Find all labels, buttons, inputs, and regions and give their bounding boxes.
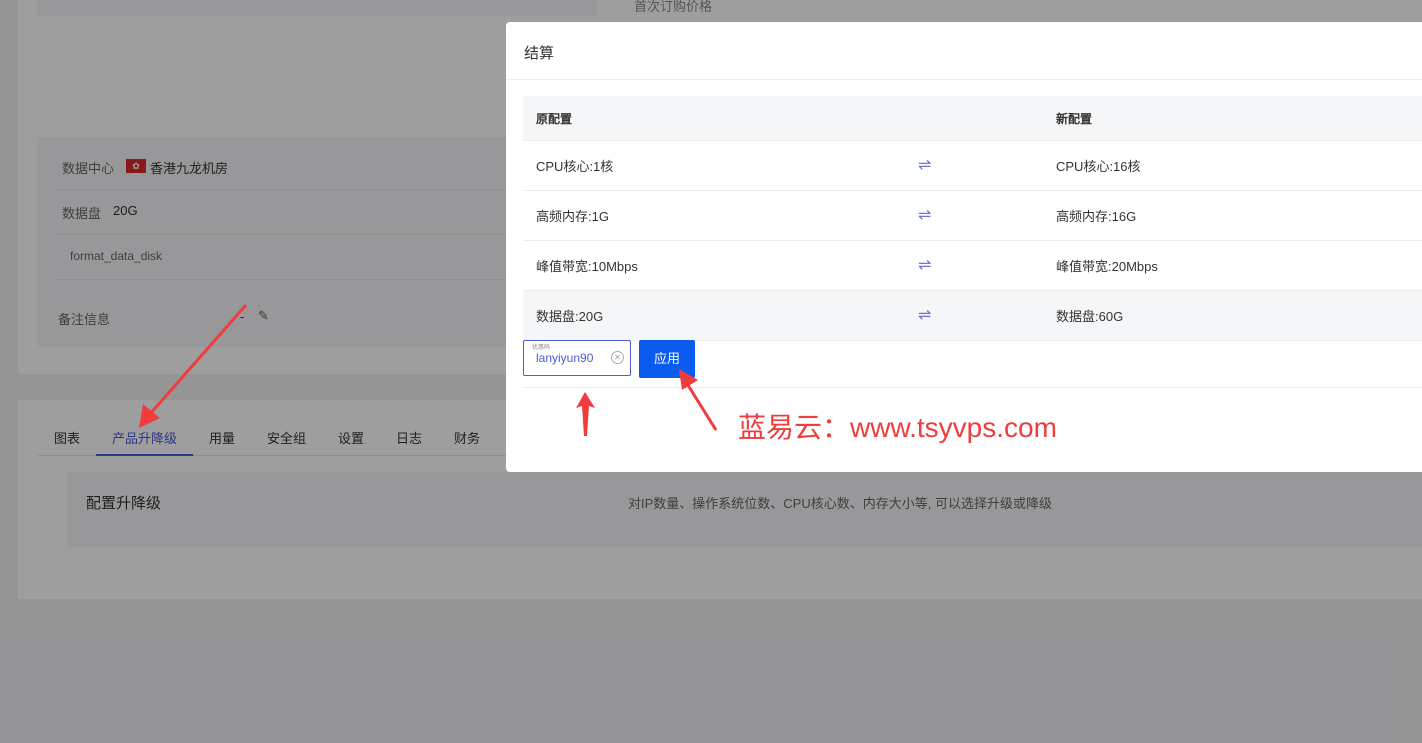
table-header: 原配置 新配置 [523,96,1422,141]
col-old-config: 原配置 [536,112,573,126]
checkout-modal: 结算 原配置 新配置 CPU核心:1核 ⇌ CPU核心:16核 高频内存:1G … [506,22,1422,472]
new-value: 高频内存:16G [1056,209,1137,224]
col-new-config: 新配置 [1056,112,1093,126]
modal-divider [506,79,1422,80]
new-value: CPU核心:16核 [1056,159,1141,174]
table-row: 数据盘:20G ⇌ 数据盘:60G [523,291,1422,341]
modal-divider [523,387,1422,388]
swap-icon: ⇌ [918,307,932,324]
new-value: 峰值带宽:20Mbps [1056,259,1158,274]
swap-icon: ⇌ [918,157,932,174]
old-value: CPU核心:1核 [536,159,614,174]
old-value: 峰值带宽:10Mbps [536,259,638,274]
config-compare-table: 原配置 新配置 CPU核心:1核 ⇌ CPU核心:16核 高频内存:1G ⇌ 高… [523,96,1422,341]
modal-title: 结算 [524,45,555,62]
swap-icon: ⇌ [918,207,932,224]
swap-icon: ⇌ [918,257,932,274]
apply-button[interactable]: 应用 [639,340,695,378]
coupon-input[interactable] [536,350,608,366]
coupon-field[interactable]: 优惠码 ✕ [523,340,631,376]
table-row: 高频内存:1G ⇌ 高频内存:16G [523,191,1422,241]
clear-icon[interactable]: ✕ [611,351,624,364]
table-row: CPU核心:1核 ⇌ CPU核心:16核 [523,141,1422,191]
watermark-text: 蓝易云：www.tsyvps.com [738,412,1057,443]
new-value: 数据盘:60G [1056,309,1124,324]
old-value: 高频内存:1G [536,209,609,224]
old-value: 数据盘:20G [536,309,604,324]
table-row: 峰值带宽:10Mbps ⇌ 峰值带宽:20Mbps [523,241,1422,291]
